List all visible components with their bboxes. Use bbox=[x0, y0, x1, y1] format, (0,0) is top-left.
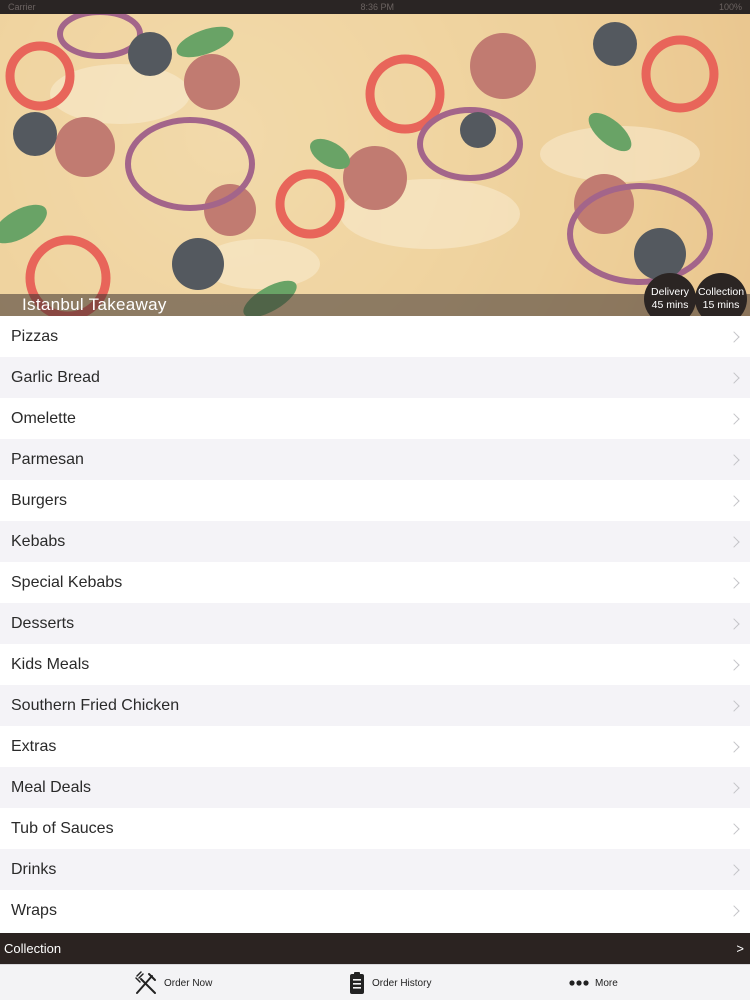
menu-item-label: Wraps bbox=[11, 901, 57, 919]
chevron-right-icon bbox=[728, 781, 740, 794]
chevron-right-icon bbox=[728, 412, 740, 425]
chevron-right-icon bbox=[728, 494, 740, 507]
chevron-right-icon bbox=[728, 863, 740, 876]
delivery-time: 45 mins bbox=[651, 299, 689, 311]
clock-label: 8:36 PM bbox=[360, 2, 394, 12]
tab-label: More bbox=[595, 977, 618, 989]
menu-item-pizzas[interactable]: Pizzas bbox=[0, 316, 750, 357]
menu-item-drinks[interactable]: Drinks bbox=[0, 849, 750, 890]
menu-item-label: Omelette bbox=[11, 409, 76, 427]
chevron-right-icon bbox=[728, 904, 740, 917]
menu-item-label: Drinks bbox=[11, 860, 57, 878]
pizza-photo bbox=[0, 14, 750, 316]
chevron-right-icon bbox=[728, 617, 740, 630]
battery-label: 100% bbox=[718, 2, 742, 12]
menu-item-label: Garlic Bread bbox=[11, 368, 100, 386]
delivery-time-badge[interactable]: Delivery 45 mins bbox=[644, 273, 696, 316]
menu-item-parmesan[interactable]: Parmesan bbox=[0, 439, 750, 480]
menu-item-burgers[interactable]: Burgers bbox=[0, 480, 750, 521]
menu-category-list: Pizzas Garlic Bread Omelette Parmesan Bu… bbox=[0, 316, 750, 931]
status-bar: Carrier 8:36 PM 100% bbox=[0, 0, 750, 14]
more-dots-icon bbox=[569, 980, 589, 986]
order-mode-label: Collection bbox=[4, 941, 62, 956]
chevron-right-icon bbox=[728, 740, 740, 753]
tab-label: Order History bbox=[372, 977, 432, 989]
menu-item-label: Tub of Sauces bbox=[11, 819, 114, 837]
chevron-right-icon: > bbox=[736, 941, 744, 956]
fork-knife-icon bbox=[135, 971, 156, 994]
menu-item-extras[interactable]: Extras bbox=[0, 726, 750, 767]
bottom-tab-bar: Order Now Order History More bbox=[0, 964, 750, 1000]
menu-item-desserts[interactable]: Desserts bbox=[0, 603, 750, 644]
chevron-right-icon bbox=[728, 330, 740, 343]
tab-order-now[interactable]: Order Now bbox=[134, 965, 212, 1000]
clipboard-icon bbox=[350, 972, 364, 994]
menu-item-southern-fried-chicken[interactable]: Southern Fried Chicken bbox=[0, 685, 750, 726]
menu-item-special-kebabs[interactable]: Special Kebabs bbox=[0, 562, 750, 603]
collection-time-badge[interactable]: Collection 15 mins bbox=[695, 273, 747, 316]
tab-label: Order Now bbox=[164, 977, 213, 989]
menu-item-kebabs[interactable]: Kebabs bbox=[0, 521, 750, 562]
chevron-right-icon bbox=[728, 453, 740, 466]
menu-item-label: Special Kebabs bbox=[11, 573, 123, 591]
tab-order-history[interactable]: Order History bbox=[348, 965, 431, 1000]
menu-item-garlic-bread[interactable]: Garlic Bread bbox=[0, 357, 750, 398]
chevron-right-icon bbox=[728, 822, 740, 835]
chevron-right-icon bbox=[728, 658, 740, 671]
order-mode-bar[interactable]: Collection > bbox=[0, 933, 750, 964]
chevron-right-icon bbox=[728, 576, 740, 589]
chevron-right-icon bbox=[728, 535, 740, 548]
menu-item-label: Kids Meals bbox=[11, 655, 90, 673]
menu-item-tub-of-sauces[interactable]: Tub of Sauces bbox=[0, 808, 750, 849]
menu-item-label: Burgers bbox=[11, 491, 68, 509]
menu-item-omelette[interactable]: Omelette bbox=[0, 398, 750, 439]
chevron-right-icon bbox=[728, 371, 740, 384]
tab-more[interactable]: More bbox=[569, 965, 618, 1000]
header-banner-image: Istanbul Takeaway Delivery 45 mins Colle… bbox=[0, 14, 750, 316]
menu-item-label: Kebabs bbox=[11, 532, 66, 550]
chevron-right-icon bbox=[728, 699, 740, 712]
menu-item-label: Pizzas bbox=[11, 327, 59, 345]
carrier-label: Carrier bbox=[8, 2, 36, 12]
collection-time: 15 mins bbox=[702, 299, 740, 311]
menu-item-meal-deals[interactable]: Meal Deals bbox=[0, 767, 750, 808]
collection-label: Collection bbox=[697, 286, 745, 298]
menu-item-label: Meal Deals bbox=[11, 778, 92, 796]
menu-item-wraps[interactable]: Wraps bbox=[0, 890, 750, 931]
menu-item-label: Southern Fried Chicken bbox=[11, 696, 180, 714]
menu-item-kids-meals[interactable]: Kids Meals bbox=[0, 644, 750, 685]
menu-item-label: Desserts bbox=[11, 614, 75, 632]
menu-item-label: Parmesan bbox=[11, 450, 84, 468]
delivery-label: Delivery bbox=[651, 286, 689, 298]
restaurant-name: Istanbul Takeaway bbox=[22, 295, 167, 314]
menu-item-label: Extras bbox=[11, 737, 57, 755]
